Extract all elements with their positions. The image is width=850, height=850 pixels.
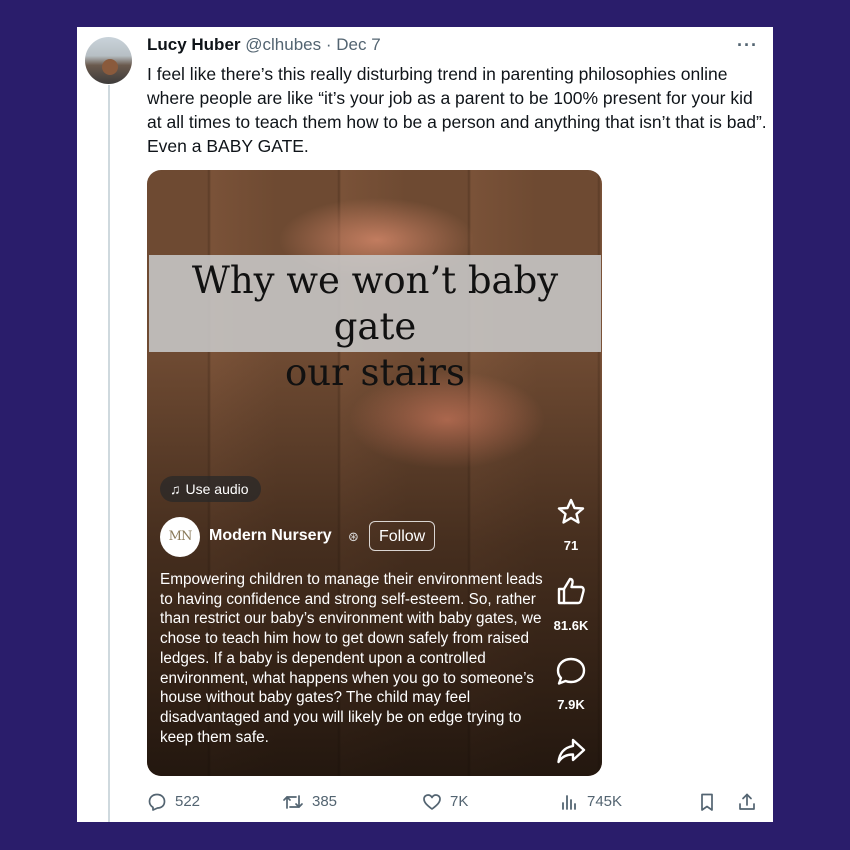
reply-button[interactable]: 522 [147,790,200,814]
like-icon[interactable] [541,574,601,613]
remix-icon[interactable] [541,496,601,535]
share-button[interactable] [737,790,765,814]
verified-icon: ⊛ [348,529,359,544]
tweet-date[interactable]: Dec 7 [336,35,380,54]
more-horizontal-icon[interactable]: ··· [737,35,758,56]
video-caption: Empowering children to manage their envi… [160,571,543,746]
follow-button[interactable]: Follow [369,521,436,551]
retweet-count: 385 [312,793,338,810]
bookmark-button[interactable] [697,790,725,814]
retweet-button[interactable]: 385 [282,790,337,814]
views-count: 745K [587,793,623,810]
banner-line-2: our stairs [285,351,465,394]
remix-count: 71 [563,538,579,553]
embedded-video[interactable]: Why we won’t baby gate our stairs ♫ Use a… [147,170,602,776]
author-name[interactable]: Lucy Huber [147,35,241,54]
creator-logo[interactable]: MN [160,517,200,557]
author-handle[interactable]: @clhubes [245,35,321,54]
comment-icon[interactable] [541,654,601,693]
meta-separator: · [325,35,332,54]
like-count: 81.6K [553,618,589,633]
tweet-card: Lucy Huber @clhubes · Dec 7 ··· I feel l… [77,27,773,822]
like-count: 7K [450,793,469,810]
heart-icon [423,794,441,810]
share-upload-icon [739,793,755,810]
tweet-text: I feel like there’s this really disturbi… [147,64,767,156]
use-audio-button[interactable]: ♫ Use audio [160,476,261,502]
bookmark-icon [701,793,713,811]
use-audio-label: Use audio [185,481,249,497]
creator-name[interactable]: Modern Nursery [209,527,332,545]
like-button[interactable]: 7K [422,790,468,814]
views-button[interactable]: 745K [559,790,622,814]
reply-count: 522 [175,793,201,810]
banner-line-1: Why we won’t baby gate [191,259,559,348]
avatar[interactable] [85,37,132,84]
share-icon[interactable] [541,734,601,773]
tweet-header: Lucy Huber @clhubes · Dec 7 [147,35,381,55]
video-banner: Why we won’t baby gate our stairs [149,255,601,394]
reply-icon [148,793,166,811]
retweet-icon [283,795,303,809]
comment-count: 7.9K [557,697,585,712]
views-icon [562,795,576,810]
thread-line [108,85,110,822]
tweet-actions: 522 385 7K 745K [147,790,767,814]
music-note-icon: ♫ [170,481,181,497]
